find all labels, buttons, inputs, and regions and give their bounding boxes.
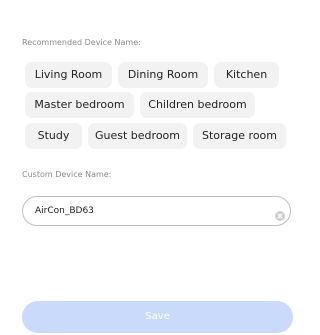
- save-button[interactable]: Save: [22, 301, 293, 333]
- recommended-name-label: Recommended Device Name:: [22, 38, 141, 47]
- clear-circle-icon[interactable]: [275, 206, 285, 221]
- custom-name-value[interactable]: AirCon_BD63: [35, 197, 94, 225]
- chip-dining-room[interactable]: Dining Room: [118, 62, 208, 88]
- custom-name-input[interactable]: AirCon_BD63: [22, 196, 291, 226]
- chip-storage-room[interactable]: Storage room: [193, 123, 286, 149]
- chip-study[interactable]: Study: [25, 123, 82, 149]
- device-name-page: Recommended Device Name: Living Room Din…: [0, 0, 293, 335]
- chip-guest-bedroom[interactable]: Guest bedroom: [88, 123, 187, 149]
- chip-master-bedroom[interactable]: Master bedroom: [25, 92, 134, 118]
- chip-living-room[interactable]: Living Room: [25, 62, 112, 88]
- chip-children-bedroom[interactable]: Children bedroom: [140, 92, 255, 118]
- chip-kitchen[interactable]: Kitchen: [214, 62, 279, 88]
- custom-name-label: Custom Device Name:: [22, 170, 112, 179]
